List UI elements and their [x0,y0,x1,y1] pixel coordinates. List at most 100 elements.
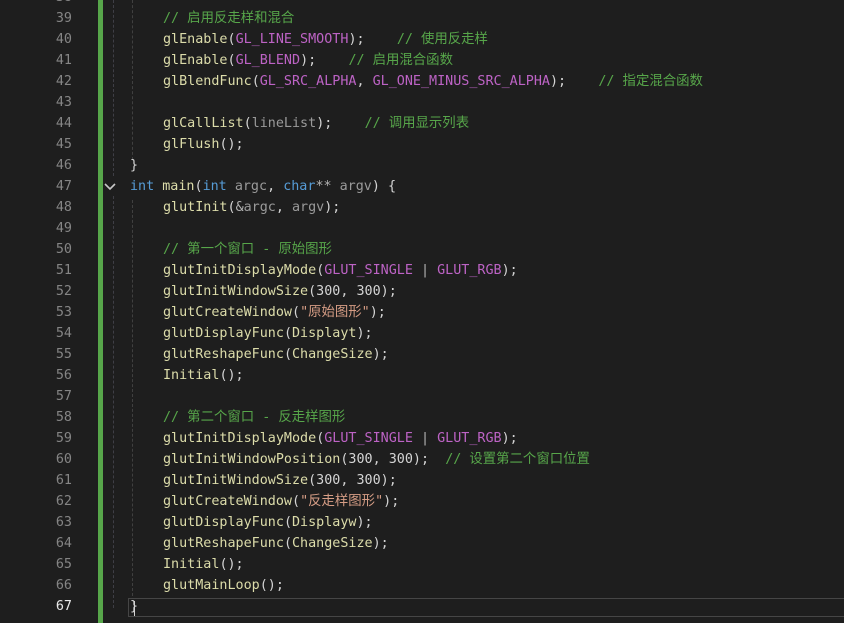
code-text[interactable]: // 启用反走样和混合 [163,8,294,29]
code-line[interactable]: 50 // 第一个窗口 - 原始图形 [0,239,844,260]
code-line[interactable]: 60 glutInitWindowPosition(300, 300); // 设… [0,449,844,470]
code-line[interactable]: 46} [0,155,844,176]
code-line[interactable]: 48 glutInit(&argc, argv); [0,197,844,218]
code-line[interactable]: 52 glutInitWindowSize(300, 300); [0,281,844,302]
code-line[interactable]: 65 Initial(); [0,554,844,575]
code-text[interactable]: int main(int argc, char** argv) { [130,176,396,197]
code-token: glutInitWindowPosition [163,452,341,467]
code-token: "原始图形" [300,305,370,320]
chevron-down-icon[interactable] [103,179,117,195]
code-line[interactable]: 67} [0,596,844,617]
code-token: glCallList [163,116,244,131]
code-token: (300, 300); [340,452,446,467]
code-token: , [275,200,292,215]
code-text[interactable]: glutInitDisplayMode(GLUT_SINGLE | GLUT_R… [163,428,518,449]
code-text[interactable]: } [130,155,138,176]
code-text[interactable]: glutReshapeFunc(ChangeSize); [163,533,389,554]
line-number: 62 [55,494,72,509]
code-line[interactable]: 51 glutInitDisplayMode(GLUT_SINGLE | GLUT… [0,260,844,281]
code-line[interactable]: 45 glFlush(); [0,134,844,155]
code-token: char [283,179,316,194]
code-token: glutInitDisplayMode [163,263,317,278]
code-line[interactable]: 59 glutInitDisplayMode(GLUT_SINGLE | GLUT… [0,428,844,449]
code-line[interactable]: 58 // 第二个窗口 - 反走样图形 [0,407,844,428]
code-token: & [235,200,244,215]
code-token: int [202,179,227,194]
code-line[interactable]: 41 glEnable(GL_BLEND); // 启用混合函数 [0,50,844,71]
code-editor[interactable]: 38 39 // 启用反走样和混合 40 glEnable(GL_LINE_SMOOTH… [0,0,844,623]
code-line[interactable]: 64 glutReshapeFunc(ChangeSize); [0,533,844,554]
code-line[interactable]: 39 // 启用反走样和混合 [0,8,844,29]
line-number: 39 [55,11,72,26]
code-line[interactable]: 63 glutDisplayFunc(Displayw); [0,512,844,533]
code-text[interactable]: glEnable(GL_LINE_SMOOTH); // 使用反走样 [163,29,488,50]
code-token: ChangeSize [292,347,373,362]
code-token: Initial [163,368,220,383]
code-text[interactable]: // 第二个窗口 - 反走样图形 [163,407,345,428]
code-line[interactable]: 66 glutMainLoop(); [0,575,844,596]
line-number: 63 [55,515,72,530]
code-line[interactable]: 49 [0,218,844,239]
code-line[interactable]: 57 [0,386,844,407]
code-token: ); [383,494,400,509]
code-token: glutCreateWindow [163,305,292,320]
line-number: 58 [55,410,72,425]
line-number: 67 [55,599,72,614]
code-token: ); [372,347,389,362]
code-token: (300, 300); [308,284,397,299]
code-token: (); [219,557,244,572]
code-text[interactable]: Initial(); [163,365,244,386]
code-line[interactable]: 43 [0,92,844,113]
line-number: 40 [55,32,72,47]
code-line[interactable]: 61 glutInitWindowSize(300, 300); [0,470,844,491]
code-token: ); [348,32,397,47]
code-token: ) { [371,179,397,194]
code-text[interactable]: glutInitWindowSize(300, 300); [163,281,397,302]
text-caret [134,601,135,616]
code-text[interactable]: glutInitDisplayMode(GLUT_SINGLE | GLUT_R… [163,260,518,281]
code-text[interactable]: glutCreateWindow("原始图形"); [163,302,386,323]
code-token: ); [372,536,389,551]
code-text[interactable]: glutDisplayFunc(Displayw); [163,512,373,533]
code-text[interactable]: glBlendFunc(GL_SRC_ALPHA, GL_ONE_MINUS_S… [163,71,703,92]
code-line[interactable]: 56 Initial(); [0,365,844,386]
code-token: ); [300,53,349,68]
code-text[interactable]: glEnable(GL_BLEND); // 启用混合函数 [163,50,453,71]
code-line[interactable]: 40 glEnable(GL_LINE_SMOOTH); // 使用反走样 [0,29,844,50]
code-text[interactable]: glutInitWindowSize(300, 300); [163,470,397,491]
code-token: Initial [163,557,220,572]
code-token: ( [251,74,260,89]
code-text[interactable]: glutMainLoop(); [163,575,284,596]
line-number: 41 [55,53,72,68]
code-line[interactable]: 54 glutDisplayFunc(Displayt); [0,323,844,344]
code-token: glutCreateWindow [163,494,292,509]
code-token: ); [369,305,386,320]
code-text[interactable]: // 第一个窗口 - 原始图形 [163,239,332,260]
code-text[interactable]: glutCreateWindow("反走样图形"); [163,491,399,512]
code-token: | [421,263,430,278]
code-token: ); [356,515,373,530]
code-text[interactable]: glutInit(&argc, argv); [163,197,340,218]
code-line[interactable]: 62 glutCreateWindow("反走样图形"); [0,491,844,512]
code-line[interactable]: 38 [0,0,844,8]
code-token: ); [324,200,341,215]
code-token: // 第一个窗口 - 原始图形 [163,242,332,257]
code-line[interactable]: 53 glutCreateWindow("原始图形"); [0,302,844,323]
code-token: (); [259,578,284,593]
code-token: // 调用显示列表 [364,116,470,131]
code-text[interactable]: Initial(); [163,554,244,575]
code-text[interactable]: glutDisplayFunc(Displayt); [163,323,373,344]
code-text[interactable]: glCallList(lineList); // 调用显示列表 [163,113,469,134]
code-token: // 使用反走样 [396,32,488,47]
code-line[interactable]: 55 glutReshapeFunc(ChangeSize); [0,344,844,365]
code-line[interactable]: 47 int main(int argc, char** argv) { [0,176,844,197]
code-text[interactable]: glutInitWindowPosition(300, 300); // 设置第… [163,449,590,470]
code-token: Displayw [292,515,357,530]
code-line[interactable]: 42 glBlendFunc(GL_SRC_ALPHA, GL_ONE_MINUS… [0,71,844,92]
line-number: 43 [55,95,72,110]
code-text[interactable]: glFlush(); [163,134,244,155]
code-line[interactable]: 44 glCallList(lineList); // 调用显示列表 [0,113,844,134]
code-text[interactable]: glutReshapeFunc(ChangeSize); [163,344,389,365]
line-number: 54 [55,326,72,341]
